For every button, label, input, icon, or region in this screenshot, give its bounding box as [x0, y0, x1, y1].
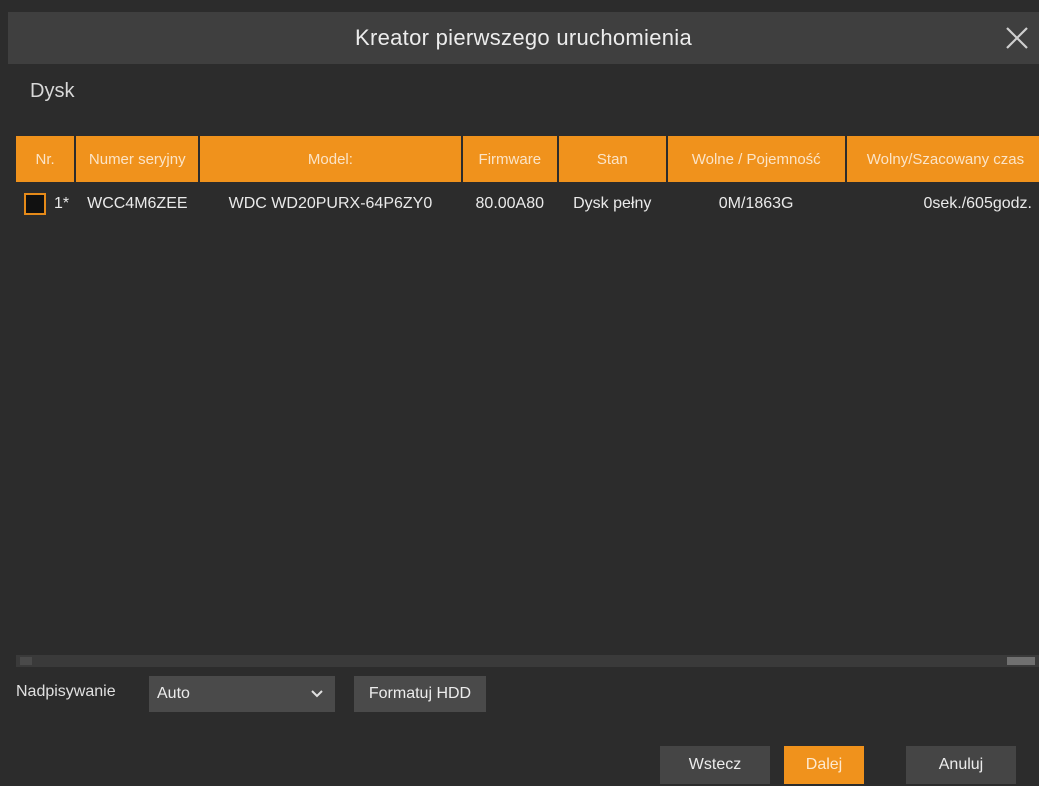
overwrite-value: Auto	[157, 685, 190, 702]
column-header-nr[interactable]: Nr.	[16, 136, 75, 182]
row-checkbox[interactable]	[24, 193, 46, 215]
disk-table: Nr. Numer seryjny Model: Firmware Stan W…	[16, 136, 1039, 666]
row-nr-cell: 1*	[16, 193, 74, 215]
scrollbar-left-handle[interactable]	[20, 657, 32, 665]
row-model: WDC WD20PURX-64P6ZY0	[228, 195, 433, 212]
scrollbar-thumb[interactable]	[1007, 657, 1035, 665]
close-button[interactable]	[1001, 22, 1033, 54]
column-header-free-time[interactable]: Wolny/Szacowany czas	[846, 136, 1039, 182]
table-row[interactable]: 1* WCC4M6ZEE WDC WD20PURX-64P6ZY0 80.00A…	[16, 188, 1039, 220]
column-header-serial[interactable]: Numer seryjny	[76, 136, 199, 182]
row-nr: 1*	[54, 195, 70, 212]
chevron-down-icon	[311, 690, 323, 698]
column-header-model[interactable]: Model:	[200, 136, 461, 182]
overwrite-select[interactable]: Auto	[149, 676, 335, 712]
overwrite-label: Nadpisywanie	[16, 683, 116, 700]
format-hdd-button[interactable]: Formatuj HDD	[354, 676, 486, 712]
next-button[interactable]: Dalej	[784, 746, 864, 784]
horizontal-scrollbar[interactable]	[16, 655, 1039, 667]
section-title: Dysk	[30, 80, 75, 102]
row-serial: WCC4M6ZEE	[87, 195, 188, 212]
column-header-status[interactable]: Stan	[559, 136, 666, 182]
close-icon	[1006, 27, 1028, 49]
row-free-capacity: 0M/1863G	[718, 195, 794, 212]
window-title: Kreator pierwszego uruchomienia	[354, 25, 693, 50]
row-free-time: 0sek./605godz.	[923, 195, 1032, 212]
row-firmware: 80.00A80	[475, 195, 545, 212]
row-status: Dysk pełny	[573, 195, 652, 212]
back-button[interactable]: Wstecz	[660, 746, 770, 784]
column-header-free-capacity[interactable]: Wolne / Pojemność	[667, 136, 845, 182]
column-header-firmware[interactable]: Firmware	[462, 136, 558, 182]
cancel-button[interactable]: Anuluj	[906, 746, 1016, 784]
title-bar: Kreator pierwszego uruchomienia	[8, 12, 1039, 64]
table-header: Nr. Numer seryjny Model: Firmware Stan W…	[16, 136, 1039, 182]
wizard-window: Kreator pierwszego uruchomienia Dysk Nr.…	[0, 0, 1039, 786]
